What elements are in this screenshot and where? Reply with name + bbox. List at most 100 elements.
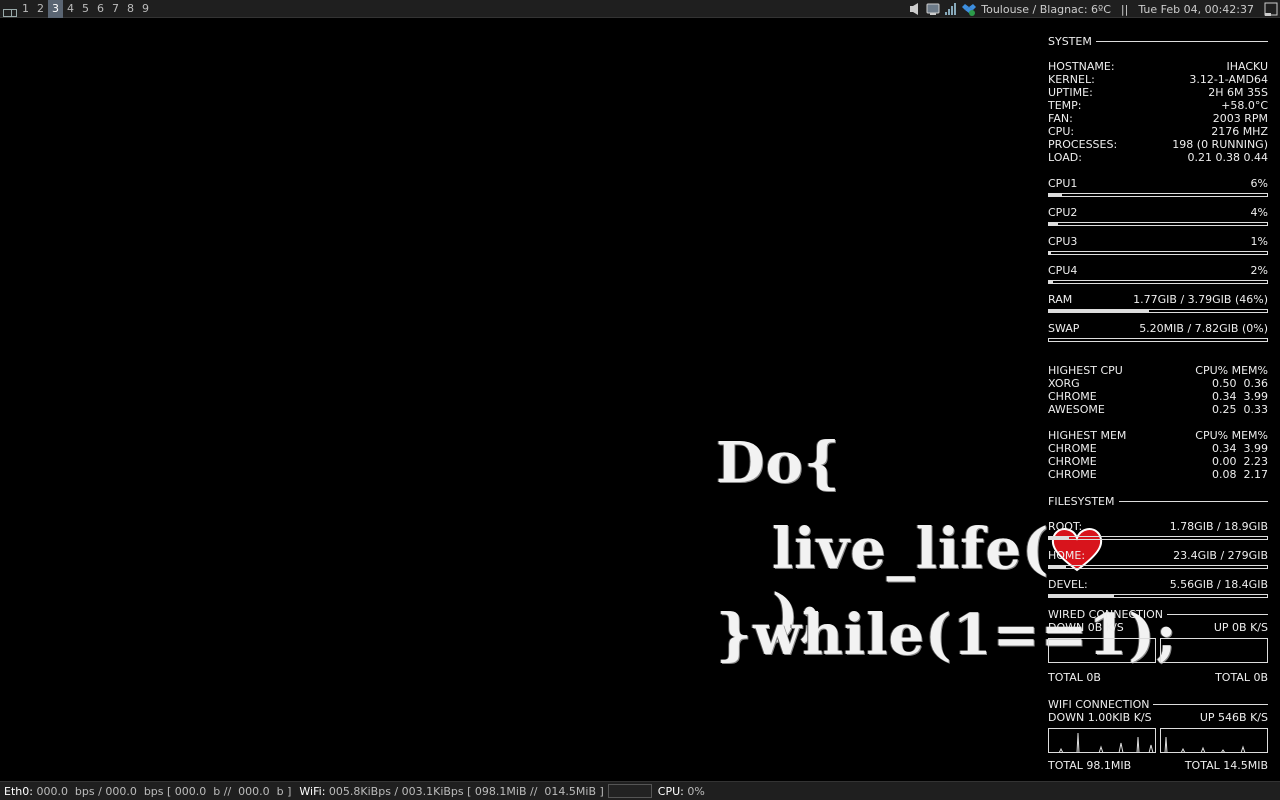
process-row-label: XORG bbox=[1048, 377, 1080, 390]
wifi-down: DOWN 1.00KIB K/S bbox=[1048, 711, 1152, 724]
process-row-value: 0.34 3.99 bbox=[1212, 390, 1268, 403]
highest-cpu-header: HIGHEST CPU CPU% MEM% bbox=[1048, 364, 1268, 377]
memory-bar bbox=[1048, 338, 1268, 342]
wifi-rates: DOWN 1.00KIB K/S UP 546B K/S bbox=[1048, 711, 1268, 724]
wired-total-up: TOTAL 0B bbox=[1215, 671, 1268, 684]
system-row-label: FAN: bbox=[1048, 112, 1073, 125]
eth-stats: 000.0 bps / 000.0 bps [ 000.0 b // 000.0… bbox=[32, 784, 292, 798]
system-row-value: 2H 6M 35S bbox=[1208, 86, 1268, 99]
system-row: TEMP: +58.0°C bbox=[1048, 99, 1268, 112]
wifi-graphs bbox=[1048, 728, 1268, 753]
wallpaper-line-2-start: live_life( bbox=[772, 516, 1050, 582]
system-row-value: IHACKU bbox=[1226, 60, 1269, 73]
tag-6[interactable]: 6 bbox=[93, 0, 108, 18]
system-row: FAN: 2003 RPM bbox=[1048, 112, 1268, 125]
clock[interactable]: Tue Feb 04, 00:42:37 bbox=[1138, 3, 1254, 16]
cpu-row-value: 6% bbox=[1250, 177, 1268, 190]
fs-row-value: 1.78GIB / 18.9GIB bbox=[1169, 520, 1268, 533]
fs-row-value: 23.4GIB / 279GIB bbox=[1173, 549, 1268, 562]
top-panel: 123456789 Toulouse / Blagnac: 6ºC || Tue… bbox=[0, 0, 1280, 18]
process-row: AWESOME 0.25 0.33 bbox=[1048, 403, 1268, 416]
wifi-total-up: TOTAL 14.5MIB bbox=[1184, 759, 1268, 772]
fs-row-label: HOME: bbox=[1048, 549, 1086, 562]
process-row-label: CHROME bbox=[1048, 468, 1097, 481]
filesystem-heading: FILESYSTEM bbox=[1048, 494, 1268, 508]
tag-7[interactable]: 7 bbox=[108, 0, 123, 18]
system-row: UPTIME: 2H 6M 35S bbox=[1048, 86, 1268, 99]
wired-totals: TOTAL 0B TOTAL 0B bbox=[1048, 671, 1268, 684]
wired-graphs bbox=[1048, 638, 1268, 663]
system-row-label: PROCESSES: bbox=[1048, 138, 1118, 151]
process-row-value: 0.34 3.99 bbox=[1212, 442, 1268, 455]
cpu-row-value: 2% bbox=[1250, 264, 1268, 277]
memory-usage: RAM 1.77GIB / 3.79GIB (46%) SWAP 5.20MIB / … bbox=[1048, 293, 1268, 342]
process-row-value: 0.08 2.17 bbox=[1212, 468, 1268, 481]
tag-8[interactable]: 8 bbox=[123, 0, 138, 18]
process-row-value: 0.25 0.33 bbox=[1212, 403, 1268, 416]
cpu-row-label: CPU3 bbox=[1048, 235, 1078, 248]
tag-9[interactable]: 9 bbox=[138, 0, 153, 18]
system-row-label: UPTIME: bbox=[1048, 86, 1093, 99]
network-manager-icon[interactable] bbox=[926, 2, 940, 16]
tag-2[interactable]: 2 bbox=[33, 0, 48, 18]
wifi-label: WiFi: bbox=[299, 784, 326, 798]
cpu-bar bbox=[1048, 222, 1268, 226]
fs-row-label: DEVEL: bbox=[1048, 578, 1088, 591]
bottom-panel: Eth0: 000.0 bps / 000.0 bps [ 000.0 b //… bbox=[0, 781, 1280, 800]
section-title: WIFI CONNECTION bbox=[1048, 697, 1150, 711]
highest-mem-title: HIGHEST MEM bbox=[1048, 429, 1127, 442]
highest-mem-list: CHROME 0.34 3.99 CHROME 0.00 2.23 CHROME 0.08… bbox=[1048, 442, 1268, 481]
cpu-row: CPU3 1% bbox=[1048, 235, 1268, 248]
tags: 123456789 bbox=[18, 0, 153, 18]
process-row-label: CHROME bbox=[1048, 455, 1097, 468]
process-row-value: 0.00 2.23 bbox=[1212, 455, 1268, 468]
highest-cpu-title: HIGHEST CPU bbox=[1048, 364, 1123, 377]
memory-row-label: SWAP bbox=[1048, 322, 1080, 335]
cpu-row: CPU2 4% bbox=[1048, 206, 1268, 219]
memory-row-value: 1.77GIB / 3.79GIB (46%) bbox=[1133, 293, 1268, 306]
system-row-value: 2003 RPM bbox=[1212, 112, 1268, 125]
cpu-row-label: CPU4 bbox=[1048, 264, 1078, 277]
section-title: SYSTEM bbox=[1048, 34, 1092, 48]
volume-icon[interactable] bbox=[908, 2, 922, 16]
process-row: CHROME 0.00 2.23 bbox=[1048, 455, 1268, 468]
system-info: HOSTNAME: IHACKU KERNEL: 3.12-1-AMD64 UPTIME… bbox=[1048, 60, 1268, 164]
cpu-row-value: 4% bbox=[1250, 206, 1268, 219]
system-row: HOSTNAME: IHACKU bbox=[1048, 60, 1268, 73]
tag-5[interactable]: 5 bbox=[78, 0, 93, 18]
memory-row-value: 5.20MIB / 7.82GIB (0%) bbox=[1139, 322, 1268, 335]
system-row-label: CPU: bbox=[1048, 125, 1075, 138]
wifi-up: UP 546B K/S bbox=[1199, 711, 1268, 724]
system-row: KERNEL: 3.12-1-AMD64 bbox=[1048, 73, 1268, 86]
memory-row: SWAP 5.20MIB / 7.82GIB (0%) bbox=[1048, 322, 1268, 335]
system-row-label: TEMP: bbox=[1048, 99, 1082, 112]
fs-bar bbox=[1048, 536, 1268, 540]
window-icon[interactable] bbox=[1264, 2, 1278, 16]
process-row-label: CHROME bbox=[1048, 390, 1097, 403]
tag-3[interactable]: 3 bbox=[48, 0, 63, 18]
system-row-label: HOSTNAME: bbox=[1048, 60, 1115, 73]
system-row-value: 3.12-1-AMD64 bbox=[1189, 73, 1268, 86]
fs-bar bbox=[1048, 565, 1268, 569]
cpu-label: CPU: bbox=[657, 784, 684, 798]
cpu-row-label: CPU2 bbox=[1048, 206, 1078, 219]
system-row-label: KERNEL: bbox=[1048, 73, 1095, 86]
memory-row: RAM 1.77GIB / 3.79GIB (46%) bbox=[1048, 293, 1268, 306]
memory-bar bbox=[1048, 309, 1268, 313]
fs-row: DEVEL: 5.56GIB / 18.4GIB bbox=[1048, 578, 1268, 591]
dropbox-icon[interactable] bbox=[962, 2, 977, 16]
cpu-usage: CPU1 6% CPU2 4% CPU3 1% CPU4 2% bbox=[1048, 177, 1268, 284]
layout-icon[interactable] bbox=[0, 0, 18, 18]
system-row-value: 198 (0 RUNNING) bbox=[1172, 138, 1268, 151]
wifi-down-graph bbox=[1048, 728, 1156, 753]
tag-list: 123456789 bbox=[0, 0, 153, 18]
wired-down: DOWN 0B K/S bbox=[1048, 621, 1124, 634]
wired-total-down: TOTAL 0B bbox=[1048, 671, 1101, 684]
signal-icon[interactable] bbox=[944, 2, 958, 16]
cpu-bar bbox=[1048, 251, 1268, 255]
tag-4[interactable]: 4 bbox=[63, 0, 78, 18]
fs-row: HOME: 23.4GIB / 279GIB bbox=[1048, 549, 1268, 562]
tag-1[interactable]: 1 bbox=[18, 0, 33, 18]
wifi-up-graph bbox=[1160, 728, 1268, 753]
wifi-total-down: TOTAL 98.1MIB bbox=[1048, 759, 1132, 772]
